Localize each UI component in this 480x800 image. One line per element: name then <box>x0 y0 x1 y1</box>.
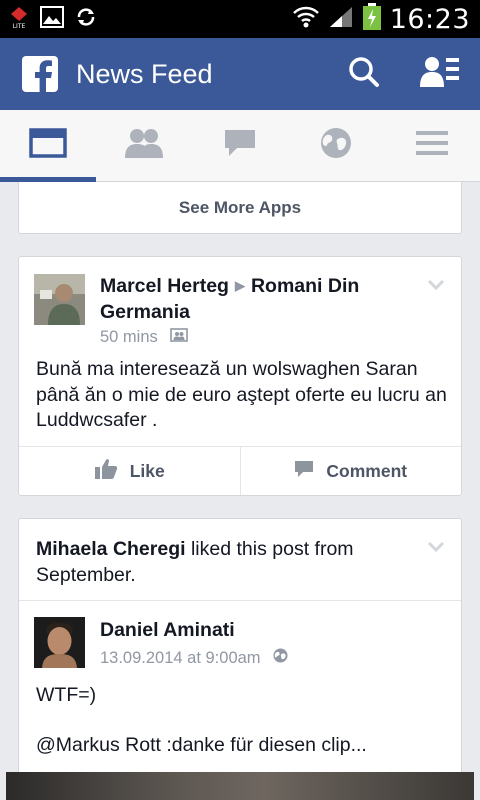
status-bar: LITE 16:23 <box>0 0 480 38</box>
like-button[interactable]: Like <box>19 447 240 495</box>
svg-text:LITE: LITE <box>13 23 26 29</box>
facebook-logo-icon[interactable] <box>22 56 58 92</box>
news-feed-icon <box>29 128 67 163</box>
chevron-down-icon[interactable] <box>427 277 445 295</box>
group-audience-icon <box>169 328 188 347</box>
app-header: News Feed <box>0 38 480 110</box>
liker-name-link[interactable]: Mihaela Cheregi <box>36 538 186 560</box>
sync-icon <box>74 5 98 34</box>
divider <box>19 600 461 601</box>
globe-icon <box>319 126 353 165</box>
author-name-link[interactable]: Daniel Aminati <box>100 619 235 642</box>
post-timestamp[interactable]: 13.09.2014 at 9:00am <box>100 649 261 668</box>
clock: 16:23 <box>389 3 470 35</box>
comment-button[interactable]: Comment <box>239 447 462 495</box>
wifi-icon <box>292 5 320 34</box>
author-name-link[interactable]: Marcel Herteg <box>100 275 229 297</box>
post-message-line: @Markus Rott :danke für diesen clip... <box>36 734 367 756</box>
post-actions: Like Comment <box>19 446 461 495</box>
tab-news-feed[interactable] <box>0 110 96 182</box>
see-more-apps-button[interactable]: See More Apps <box>18 182 462 234</box>
comment-label: Comment <box>326 460 408 481</box>
battery-icon <box>362 2 382 36</box>
news-feed: See More Apps Marcel Herteg ▶ Romani Din G… <box>0 182 480 800</box>
menu-icon <box>415 130 449 161</box>
page-title: News Feed <box>76 58 213 89</box>
public-globe-icon <box>273 648 288 668</box>
tab-friends[interactable] <box>96 110 192 181</box>
tab-notifications[interactable] <box>288 110 384 181</box>
friends-icon <box>123 128 165 163</box>
tab-bar <box>0 110 480 182</box>
post-timestamp[interactable]: 50 mins <box>100 328 158 347</box>
search-icon[interactable] <box>348 56 380 93</box>
feed-story: Marcel Herteg ▶ Romani Din Germania 50 min… <box>18 256 462 496</box>
chevron-down-icon[interactable] <box>427 539 445 557</box>
post-photo[interactable] <box>6 772 474 800</box>
tab-messages[interactable] <box>192 110 288 181</box>
friend-requests-icon[interactable] <box>420 55 460 94</box>
author-avatar[interactable] <box>34 274 85 325</box>
post-message: Bună ma interesează un wolswaghen Saran … <box>36 358 447 431</box>
thumbs-up-icon <box>94 458 118 485</box>
comment-icon <box>294 460 314 483</box>
like-label: Like <box>129 460 165 481</box>
signal-icon <box>328 5 354 34</box>
see-more-apps-label: See More Apps <box>178 197 302 217</box>
notification-app-icon: LITE <box>8 5 30 34</box>
story-header: Mihaela Cheregi liked this post from Sep… <box>36 536 411 588</box>
post-message-line: WTF=) <box>36 684 97 706</box>
messages-icon <box>223 128 257 163</box>
tab-more[interactable] <box>384 110 480 181</box>
gallery-icon <box>40 5 64 33</box>
feed-story: Mihaela Cheregi liked this post from Sep… <box>18 518 462 800</box>
author-avatar[interactable] <box>34 617 85 668</box>
shared-to-arrow-icon: ▶ <box>234 278 245 293</box>
